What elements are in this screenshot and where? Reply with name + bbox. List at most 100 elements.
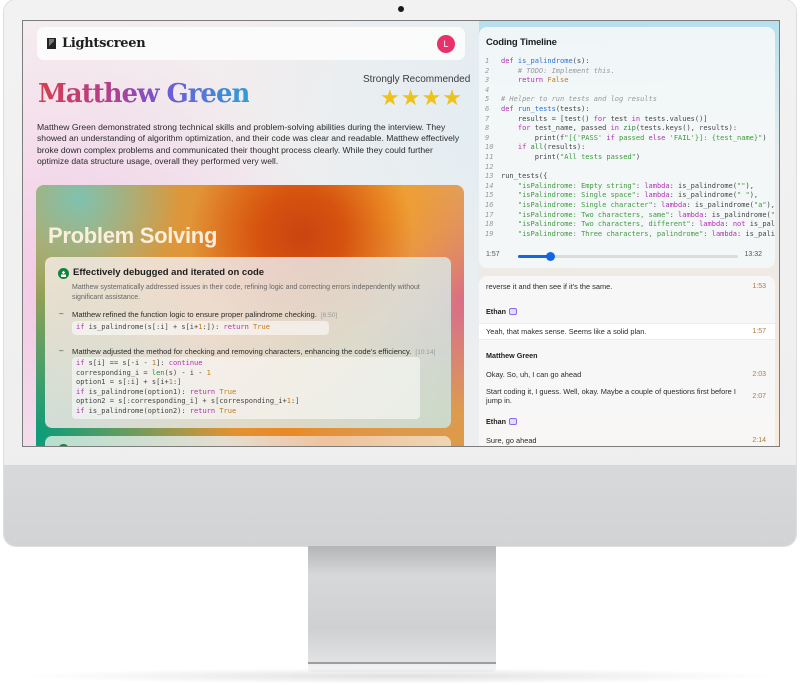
monitor-chin: [4, 465, 796, 546]
line-number: 5: [485, 95, 490, 104]
app-logo-text[interactable]: Lightscreen: [62, 36, 146, 51]
line-number: 11: [485, 152, 494, 161]
line-number: 16: [485, 200, 494, 209]
line-number: 10: [485, 143, 494, 152]
problem-solving-card: Problem Solving Effectively debugged and…: [36, 185, 464, 446]
transcript-text: Yeah, that makes sense. Seems like a sol…: [486, 327, 647, 336]
code-text: print("All tests passed"): [501, 152, 641, 161]
list-dash: –: [59, 346, 64, 355]
slider-fill: [518, 255, 550, 258]
playback-controls: 1:57 13:32: [479, 249, 775, 265]
evidence-code: if s[i] == s[-i - 1]: continue correspon…: [72, 357, 420, 419]
camera-icon: [398, 6, 404, 12]
star-icon: ★: [400, 85, 421, 110]
ai-interviewer-icon: [508, 308, 517, 315]
code-text: def is_palindrome(s):: [501, 57, 590, 65]
timeline-slider[interactable]: [518, 252, 738, 261]
code-text: run_tests({: [501, 172, 548, 181]
evidence-timestamp[interactable]: [6:50]: [321, 312, 337, 319]
code-line: 17 "isPalindrome: Two characters, same":…: [479, 211, 775, 221]
transcript-timestamp[interactable]: 1:57: [752, 328, 766, 335]
line-number: 2: [485, 66, 490, 75]
star-icon: ★: [380, 85, 400, 110]
code-line: 18 "isPalindrome: Two characters, differ…: [479, 220, 775, 230]
code-text: "isPalindrome: Single space": lambda: is…: [517, 191, 759, 200]
transcript-text: Sure, go ahead: [486, 435, 537, 445]
top-bar: Lightscreen L: [37, 27, 465, 60]
code-text: "isPalindrome: Single character": lambda…: [517, 200, 775, 209]
code-line: 1 def is_palindrome(s):: [479, 57, 775, 67]
transcript-line[interactable]: reverse it and then see if it's the same…: [479, 279, 775, 293]
user-avatar[interactable]: L: [437, 34, 455, 53]
transcript-timestamp[interactable]: 2:07: [752, 393, 766, 400]
skill-title: Effectively debugged and iterated on cod…: [73, 267, 265, 278]
code-line: 4: [479, 86, 775, 96]
line-number: 9: [485, 133, 490, 142]
code-line: 19 "isPalindrome: Three characters, pali…: [479, 230, 775, 240]
line-number: 19: [485, 229, 494, 238]
transcript-panel[interactable]: reverse it and then see if it's the same…: [479, 276, 775, 446]
skill-description: Matthew systematically addressed issues …: [72, 284, 420, 301]
rating-stars: ★ ★ ★ ★: [380, 87, 462, 109]
transcript-text: reverse it and then see if it's the same…: [486, 281, 613, 291]
candidate-summary: Matthew Green demonstrated strong techni…: [37, 122, 460, 167]
line-number: 18: [485, 220, 494, 229]
current-time: 1:57: [486, 251, 500, 258]
code-text: print(f"[{'PASS' if passed else 'FAIL'}]…: [501, 133, 767, 142]
recommendation-label: Strongly Recommended: [363, 74, 471, 85]
transcript-text: Start coding it, I guess. Well, okay. Ma…: [486, 387, 736, 405]
line-number: 6: [485, 104, 490, 113]
section-title: Problem Solving: [48, 223, 218, 248]
code-text: if all(results):: [517, 143, 586, 152]
line-number: 8: [485, 124, 490, 133]
code-line: 15 "isPalindrome: Single space": lambda:…: [479, 191, 775, 201]
skill-card: [45, 436, 451, 446]
code-line: 14 "isPalindrome: Empty string": lambda:…: [479, 182, 775, 192]
code-line: 12: [479, 163, 775, 173]
screen: Lightscreen L Matthew Green Strongly Rec…: [22, 20, 780, 447]
line-number: 13: [485, 172, 494, 181]
evidence-timestamp[interactable]: [10:14]: [415, 349, 435, 356]
evidence-text: Matthew adjusted the method for checking…: [72, 347, 436, 356]
person-badge-icon: [58, 268, 69, 279]
code-text: "isPalindrome: Empty string": lambda: is…: [517, 181, 754, 190]
transcript-line[interactable]: Sure, go ahead 2:14: [479, 433, 775, 446]
transcript-timestamp[interactable]: 2:14: [752, 437, 766, 444]
code-line: 7 results = [test() for test in tests.va…: [479, 115, 775, 125]
candidate-name: Matthew Green: [38, 79, 250, 109]
evidence-text: Matthew refined the function logic to en…: [72, 310, 338, 319]
total-time: 13:32: [744, 251, 762, 258]
list-dash: –: [59, 309, 64, 318]
code-line: 3 return False: [479, 76, 775, 86]
code-text: results = [test() for test in tests.valu…: [501, 114, 708, 123]
line-number: 17: [485, 210, 494, 219]
transcript-timestamp[interactable]: 2:03: [752, 371, 766, 378]
code-line: 2 # TODO: Implement this.: [479, 67, 775, 77]
transcript-line[interactable]: Okay. So, uh, I can go ahead 2:03: [479, 367, 775, 381]
monitor-stand: [308, 546, 496, 664]
coding-timeline-card: Coding Timeline 1 def is_palindrome(s): 2 …: [479, 27, 775, 268]
code-text: # Helper to run tests and log results: [501, 95, 657, 104]
line-number: 7: [485, 114, 490, 123]
line-number: 14: [485, 181, 494, 190]
speaker-label: Ethan: [486, 417, 506, 426]
speaker-name: Matthew Green: [486, 351, 538, 360]
slider-thumb[interactable]: [545, 252, 555, 261]
coding-timeline-title: Coding Timeline: [486, 37, 557, 48]
transcript-timestamp[interactable]: 1:53: [752, 283, 766, 290]
transcript-line[interactable]: Yeah, that makes sense. Seems like a sol…: [479, 323, 775, 340]
line-number: 15: [485, 191, 494, 200]
ai-interviewer-icon: [508, 418, 517, 425]
code-editor[interactable]: 1 def is_palindrome(s): 2 # TODO: Implemen…: [479, 57, 775, 240]
code-text: # TODO: Implement this.: [501, 66, 615, 75]
skill-card: Effectively debugged and iterated on cod…: [45, 257, 451, 428]
transcript-line[interactable]: Start coding it, I guess. Well, okay. Ma…: [479, 387, 775, 405]
code-line: 16 "isPalindrome: Single character": lam…: [479, 201, 775, 211]
floor-shadow: [20, 668, 780, 684]
lightscreen-logo-icon: [47, 38, 56, 49]
code-line: 6 def run_tests(tests):: [479, 105, 775, 115]
code-text: for test_name, passed in zip(tests.keys(…: [517, 124, 738, 133]
code-text: "isPalindrome: Three characters, palindr…: [517, 229, 775, 238]
line-number: 12: [485, 162, 494, 171]
transcript-text: Okay. So, uh, I can go ahead: [486, 369, 582, 379]
